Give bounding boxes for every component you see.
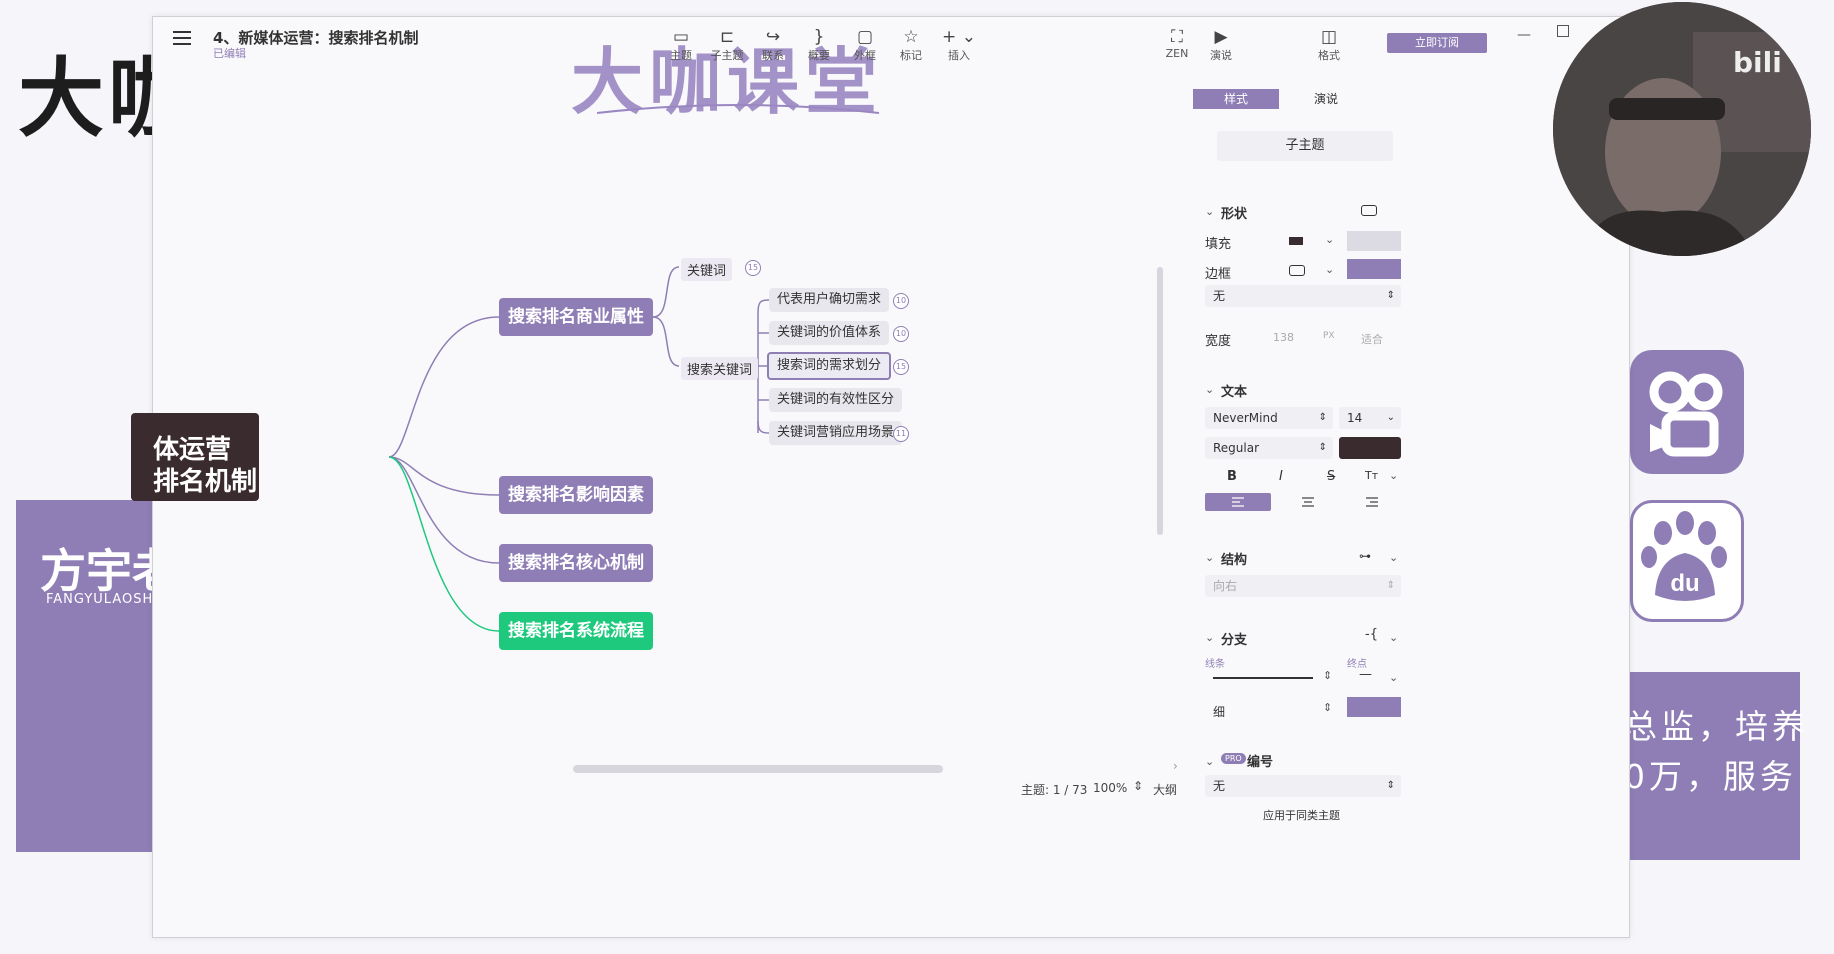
align-left-button[interactable]	[1205, 493, 1271, 511]
thickness-select[interactable]: 细	[1213, 703, 1225, 720]
zoom-level[interactable]: 100%	[1093, 781, 1127, 795]
tab-pitch[interactable]: 演说	[1283, 89, 1369, 109]
subscribe-button[interactable]: 立即订阅	[1387, 33, 1487, 53]
leaf-count-badge: 10	[893, 326, 909, 342]
slide-bio-line1: 总监，培养	[1624, 707, 1809, 746]
border-dropdown-icon[interactable]: ⌄	[1325, 263, 1334, 276]
central-topic-line2: 排名机制	[153, 467, 258, 497]
topic-counter: 主题: 1 / 73	[1021, 783, 1088, 797]
border-style-select[interactable]: 无 ⇕	[1205, 285, 1401, 307]
fill-dropdown-icon[interactable]: ⌄	[1325, 233, 1334, 246]
branch-section-title: 分支	[1221, 633, 1248, 648]
text-case-button[interactable]: Tт	[1365, 469, 1378, 482]
numbering-section-title: 编号	[1247, 755, 1274, 770]
svg-text:bili: bili	[1733, 46, 1782, 79]
leaf-count-badge: 15	[893, 359, 909, 375]
structure-section-title: 结构	[1221, 553, 1248, 568]
leaf-topic-2[interactable]: 关键词的价值体系	[769, 321, 890, 345]
width-value[interactable]: 138	[1273, 331, 1294, 344]
select-stepper-icon[interactable]: ⇕	[1323, 701, 1332, 714]
width-unit: PX	[1323, 331, 1335, 341]
subtopic-keyword[interactable]: 关键词	[681, 258, 733, 281]
select-stepper-icon: ⇕	[1318, 442, 1327, 453]
align-right-button[interactable]	[1339, 493, 1405, 511]
apply-to-same-button[interactable]: 应用于同类主题	[1263, 807, 1340, 823]
bold-button[interactable]: B	[1227, 469, 1237, 484]
slide-presenter-pinyin: FANGYULAOSHI	[46, 592, 159, 607]
tab-style[interactable]: 样式	[1193, 89, 1279, 109]
outline-toggle[interactable]: 大纲	[1153, 781, 1177, 798]
branch-color-swatch[interactable]	[1347, 697, 1401, 717]
main-topic-2[interactable]: 搜索排名影响因素	[499, 476, 653, 514]
main-topic-3[interactable]: 搜索排名核心机制	[499, 544, 653, 582]
baidu-app-icon: du	[1630, 500, 1744, 622]
chevron-down-icon: ⌄	[1386, 412, 1395, 423]
presenter-webcam: bili	[1553, 2, 1811, 256]
select-stepper-icon: ⇕	[1386, 290, 1395, 301]
select-stepper-icon: ⇕	[1386, 780, 1395, 791]
fill-color-swatch[interactable]	[1289, 237, 1303, 245]
leaf-topic-5[interactable]: 关键词营销应用场景	[769, 421, 903, 445]
horizontal-scrollbar[interactable]	[573, 765, 943, 773]
zoom-stepper-icon[interactable]: ⇕	[1133, 779, 1143, 793]
minimize-icon[interactable]: —	[1517, 27, 1531, 43]
pro-badge: PRO	[1221, 753, 1246, 764]
vertical-scrollbar[interactable]	[1157, 267, 1163, 535]
endpoint-style-icon[interactable]: —	[1359, 667, 1372, 682]
border-color-swatch[interactable]	[1347, 259, 1401, 279]
maximize-icon[interactable]	[1557, 25, 1569, 37]
text-section-title: 文本	[1221, 385, 1248, 400]
border-style-icon[interactable]	[1289, 265, 1305, 276]
central-topic[interactable]: 体运营 排名机制	[131, 413, 259, 501]
chevron-down-icon[interactable]: ⌄	[1389, 631, 1398, 644]
app-window: 4、新媒体运营：搜索排名机制 已编辑 大咖课堂 ▭ 主题 ⊏ 子主题 ↪ 联系 } 概要…	[131, 16, 1630, 938]
leaf-count-badge: 11	[893, 426, 909, 442]
branch-style-icon[interactable]: -{	[1365, 627, 1378, 642]
format-panel: 样式 演说 子主题 ⌄ 形状 填充 ⌄ 边框 ⌄ 无 ⇕ 宽度 138 PX 适合…	[1193, 61, 1471, 937]
select-stepper-icon[interactable]: ⇕	[1323, 669, 1332, 682]
svg-text:du: du	[1670, 570, 1699, 597]
width-fit-button[interactable]: 适合	[1361, 331, 1383, 347]
slide-bio-line2: 0万，服务	[1624, 757, 1797, 796]
collapse-chevron-icon[interactable]: ⌄	[1205, 631, 1214, 644]
chevron-down-icon[interactable]: ⌄	[1389, 551, 1398, 564]
shape-rounded-rect-icon[interactable]	[1361, 205, 1377, 216]
main-topic-1[interactable]: 搜索排名商业属性	[499, 298, 653, 336]
collapse-chevron-icon[interactable]: ⌄	[1205, 551, 1214, 564]
leaf-topic-4[interactable]: 关键词的有效性区分	[769, 388, 903, 412]
chevron-down-icon[interactable]: ⌄	[1389, 671, 1398, 684]
subtopic-count-badge: 15	[745, 260, 761, 276]
shape-section-title: 形状	[1221, 207, 1248, 222]
line-style-preview[interactable]	[1213, 677, 1313, 679]
main-topic-4[interactable]: 搜索排名系统流程	[499, 612, 653, 650]
structure-icon[interactable]: ⊶	[1359, 549, 1371, 563]
font-size-select[interactable]: 14 ⌄	[1339, 407, 1401, 429]
align-center-button[interactable]	[1275, 493, 1341, 511]
font-weight-select[interactable]: Regular ⇕	[1205, 437, 1333, 459]
topic-type-selector[interactable]: 子主题	[1217, 131, 1393, 161]
collapse-chevron-icon[interactable]: ⌄	[1205, 205, 1214, 218]
leaf-count-badge: 10	[893, 293, 909, 309]
subtopic-search-keyword[interactable]: 搜索关键词	[681, 357, 759, 380]
leaf-topic-3-selected[interactable]: 搜索词的需求划分	[767, 352, 892, 380]
line-label: 线条	[1205, 659, 1225, 670]
width-label: 宽度	[1205, 334, 1232, 349]
select-stepper-icon: ⇕	[1318, 412, 1327, 423]
collapse-chevron-icon[interactable]: ⌄	[1205, 383, 1214, 396]
fill-opacity-field[interactable]	[1347, 231, 1401, 251]
select-stepper-icon: ⇕	[1386, 580, 1395, 591]
collapse-chevron-icon[interactable]: ⌄	[1205, 755, 1214, 768]
strikethrough-button[interactable]: S	[1327, 469, 1335, 484]
kuaishou-app-icon	[1630, 350, 1744, 474]
numbering-select[interactable]: 无 ⇕	[1205, 775, 1401, 797]
fill-label: 填充	[1205, 237, 1232, 252]
chevron-down-icon[interactable]: ⌄	[1389, 469, 1398, 482]
text-color-swatch[interactable]	[1339, 437, 1401, 459]
structure-select[interactable]: 向右 ⇕	[1205, 575, 1401, 597]
italic-button[interactable]: I	[1279, 469, 1283, 484]
collapse-panel-icon[interactable]: ›	[1173, 759, 1178, 773]
border-label: 边框	[1205, 267, 1232, 282]
leaf-topic-1[interactable]: 代表用户确切需求	[769, 288, 890, 312]
font-family-select[interactable]: NeverMind ⇕	[1205, 407, 1333, 429]
